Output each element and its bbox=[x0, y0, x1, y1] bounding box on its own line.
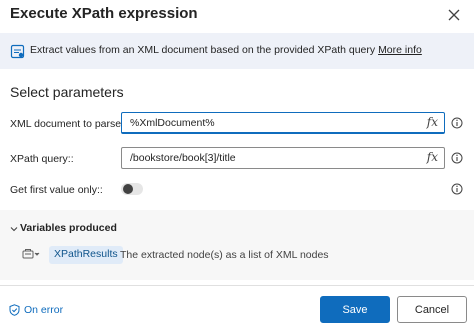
more-info-link[interactable]: More info bbox=[378, 44, 422, 56]
variable-type-dropdown-icon[interactable] bbox=[22, 248, 40, 260]
info-circle-icon[interactable] bbox=[451, 183, 463, 195]
dialog-title: Execute XPath expression bbox=[10, 5, 198, 22]
first-value-only-label: Get first value only:: bbox=[10, 184, 103, 196]
chevron-down-icon[interactable] bbox=[10, 225, 18, 233]
footer-divider bbox=[0, 285, 474, 286]
xpath-query-value: /bookstore/book[3]/title bbox=[130, 152, 236, 164]
dialog-header: Execute XPath expression bbox=[0, 0, 474, 30]
variables-panel bbox=[0, 210, 474, 280]
cancel-button[interactable]: Cancel bbox=[397, 296, 467, 323]
shield-icon bbox=[9, 304, 20, 316]
close-button[interactable] bbox=[441, 2, 467, 28]
section-title: Select parameters bbox=[10, 84, 124, 100]
on-error-label: On error bbox=[24, 304, 64, 316]
info-banner: Extract values from an XML document base… bbox=[0, 33, 474, 69]
variables-title: Variables produced bbox=[20, 222, 117, 234]
xml-document-label: XML document to parse:: bbox=[10, 118, 127, 130]
save-button[interactable]: Save bbox=[320, 296, 390, 323]
xpath-query-input[interactable]: /bookstore/book[3]/title fx bbox=[121, 147, 445, 169]
xml-document-value: %XmlDocument% bbox=[130, 117, 215, 129]
fx-variable-button[interactable]: fx bbox=[427, 115, 438, 129]
close-icon bbox=[448, 9, 460, 21]
fx-variable-button[interactable]: fx bbox=[427, 150, 438, 164]
variable-description: The extracted node(s) as a list of XML n… bbox=[120, 249, 329, 261]
xpath-query-label: XPath query:: bbox=[10, 153, 74, 165]
on-error-button[interactable]: On error bbox=[9, 302, 63, 318]
info-description: Extract values from an XML document base… bbox=[30, 44, 376, 56]
toggle-knob bbox=[123, 184, 133, 194]
xml-document-input[interactable]: %XmlDocument% fx bbox=[121, 112, 445, 134]
info-circle-icon[interactable] bbox=[451, 152, 463, 164]
info-text: Extract values from an XML document base… bbox=[30, 44, 422, 56]
first-value-only-toggle[interactable] bbox=[121, 183, 143, 195]
variable-chip[interactable]: XPathResults bbox=[49, 246, 123, 264]
action-info-icon bbox=[10, 44, 25, 59]
info-circle-icon[interactable] bbox=[451, 117, 463, 129]
